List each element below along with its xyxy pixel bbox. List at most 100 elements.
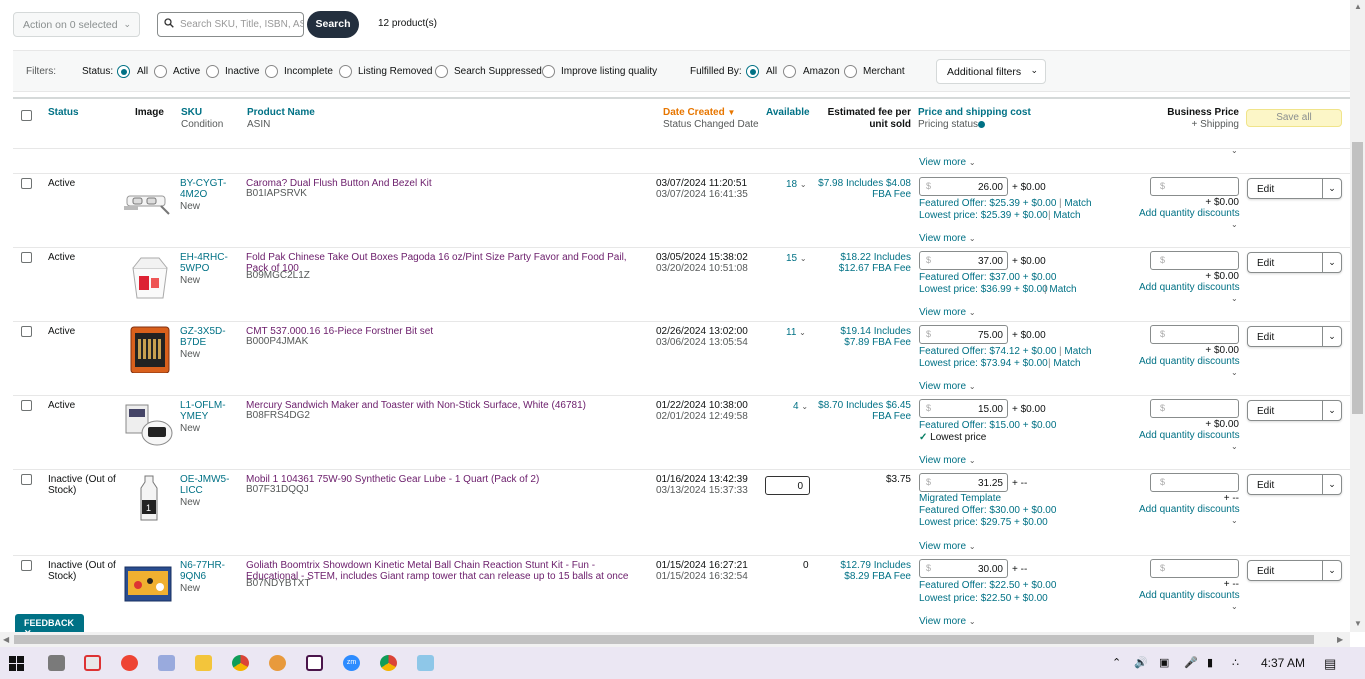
sku-link[interactable]: L1-OFLM- YMEY xyxy=(180,400,226,422)
add-quantity-discounts-link[interactable]: Add quantity discounts xyxy=(1139,430,1240,441)
status-option-search-suppressed[interactable]: Search Suppressed xyxy=(454,66,542,77)
status-radio-listing-removed[interactable] xyxy=(339,65,352,78)
business-price-input[interactable]: $ xyxy=(1150,473,1239,492)
fee-link[interactable]: $12.79 Includes $8.29 FBA Fee xyxy=(809,560,911,582)
sku-link[interactable]: EH-4RHC- 5WPO xyxy=(180,252,228,274)
column-price-shipping[interactable]: Price and shipping cost xyxy=(918,107,1031,119)
column-sku[interactable]: SKU xyxy=(181,107,223,119)
chevron-down-icon[interactable]: ⌄ xyxy=(1322,327,1341,346)
fulfilled-option-amazon[interactable]: Amazon xyxy=(803,66,840,77)
edit-button[interactable]: Edit ⌄ xyxy=(1247,400,1342,421)
edit-button[interactable]: Edit ⌄ xyxy=(1247,326,1342,347)
app-icon[interactable] xyxy=(269,655,286,671)
microphone-icon[interactable]: 🎤 xyxy=(1184,656,1198,669)
row-checkbox[interactable] xyxy=(21,400,32,411)
paint-icon[interactable] xyxy=(158,655,175,671)
windows-start-icon[interactable] xyxy=(9,656,24,671)
scroll-left-arrow-icon[interactable]: ◀ xyxy=(3,635,9,644)
available-dropdown[interactable]: 18 ⌄ xyxy=(786,179,807,190)
status-radio-all[interactable] xyxy=(117,65,130,78)
sku-link[interactable]: GZ-3X5D- B7DE xyxy=(180,326,226,348)
fee-link[interactable]: $18.22 Includes $12.67 FBA Fee xyxy=(809,252,911,274)
product-image[interactable] xyxy=(124,401,174,449)
fulfilled-option-all[interactable]: All xyxy=(766,66,777,77)
file-explorer-icon[interactable] xyxy=(195,655,212,671)
lowest-match-link[interactable]: | Match xyxy=(1044,284,1077,295)
chrome-icon[interactable] xyxy=(232,655,249,671)
fulfilled-radio-amazon[interactable] xyxy=(783,65,796,78)
edit-button[interactable]: Edit ⌄ xyxy=(1247,560,1342,581)
notepad-icon[interactable] xyxy=(417,655,434,671)
app-icon[interactable] xyxy=(84,655,101,671)
pricing-template[interactable]: Migrated Template xyxy=(919,493,1001,504)
volume-icon[interactable]: 🔊 xyxy=(1134,656,1148,669)
chrome-icon[interactable] xyxy=(380,655,397,671)
price-input[interactable]: $15.00 xyxy=(919,399,1008,418)
slack-icon[interactable] xyxy=(306,655,323,671)
status-option-incomplete[interactable]: Incomplete xyxy=(284,66,333,77)
view-more-link[interactable]: View more ⌄ xyxy=(919,307,976,318)
scroll-right-arrow-icon[interactable]: ▶ xyxy=(1337,635,1343,644)
chevron-down-icon[interactable]: ⌄ xyxy=(1231,601,1238,612)
business-price-input[interactable]: $ xyxy=(1150,559,1239,578)
row-checkbox[interactable] xyxy=(21,560,32,571)
lowest-match-link[interactable]: | Match xyxy=(1048,210,1081,221)
vertical-scrollbar[interactable]: ▲ ▼ xyxy=(1350,0,1365,632)
row-checkbox[interactable] xyxy=(21,252,32,263)
clock[interactable]: 4:37 AM xyxy=(1261,656,1305,670)
fee-link[interactable]: $7.98 Includes $4.08 FBA Fee xyxy=(809,178,911,200)
chevron-down-icon[interactable]: ⌄ xyxy=(1322,561,1341,580)
row-checkbox[interactable] xyxy=(21,474,32,485)
price-input[interactable]: $30.00 xyxy=(919,559,1008,578)
view-more-link[interactable]: View more ⌄ xyxy=(919,616,976,627)
calculator-icon[interactable] xyxy=(48,655,65,671)
status-option-listing-removed[interactable]: Listing Removed xyxy=(358,66,432,77)
add-quantity-discounts-link[interactable]: Add quantity discounts xyxy=(1139,504,1240,515)
status-radio-search-suppressed[interactable] xyxy=(435,65,448,78)
sku-link[interactable]: N6-77HR- 9QN6 xyxy=(180,560,225,582)
featured-match-link[interactable]: | Match xyxy=(1059,198,1092,209)
available-dropdown[interactable]: 15 ⌄ xyxy=(786,253,807,264)
scroll-up-arrow-icon[interactable]: ▲ xyxy=(1354,2,1362,11)
price-input[interactable]: $26.00 xyxy=(919,177,1008,196)
edit-button[interactable]: Edit ⌄ xyxy=(1247,474,1342,495)
status-option-active[interactable]: Active xyxy=(173,66,200,77)
notifications-icon[interactable]: ▤ xyxy=(1324,656,1336,672)
quantity-input[interactable]: 0 xyxy=(765,476,810,495)
column-status-changed[interactable]: Status Changed Date xyxy=(663,119,759,131)
product-image[interactable] xyxy=(125,325,175,373)
edit-button[interactable]: Edit ⌄ xyxy=(1247,252,1342,273)
view-more-link[interactable]: View more ⌄ xyxy=(919,233,976,244)
column-condition[interactable]: Condition xyxy=(181,119,223,131)
save-all-button[interactable]: Save all xyxy=(1246,109,1342,127)
lowest-match-link[interactable]: | Match xyxy=(1048,358,1081,369)
fulfilled-option-merchant[interactable]: Merchant xyxy=(863,66,905,77)
view-more-link[interactable]: View more ⌄ xyxy=(919,455,976,466)
price-input[interactable]: $31.25 xyxy=(919,473,1008,492)
chevron-down-icon[interactable]: ⌄ xyxy=(1322,179,1341,198)
camera-icon[interactable]: ▣ xyxy=(1159,656,1169,669)
view-more-link[interactable]: View more ⌄ xyxy=(919,381,976,392)
wps-office-icon[interactable] xyxy=(121,655,138,671)
fulfilled-radio-all[interactable] xyxy=(746,65,759,78)
column-date-created[interactable]: Date Created ▼ xyxy=(663,107,759,119)
add-quantity-discounts-link[interactable]: Add quantity discounts xyxy=(1139,208,1240,219)
view-more-link[interactable]: View more ⌄ xyxy=(919,157,976,168)
available-dropdown[interactable]: 4 ⌄ xyxy=(793,401,808,412)
price-input[interactable]: $37.00 xyxy=(919,251,1008,270)
status-option-all[interactable]: All xyxy=(137,66,148,77)
add-quantity-discounts-link[interactable]: Add quantity discounts xyxy=(1139,590,1240,601)
vertical-scroll-thumb[interactable] xyxy=(1352,142,1363,414)
fee-link[interactable]: $8.70 Includes $6.45 FBA Fee xyxy=(809,400,911,422)
chevron-down-icon[interactable]: ⌄ xyxy=(1231,367,1238,378)
business-price-input[interactable]: $ xyxy=(1150,399,1239,418)
product-image[interactable] xyxy=(123,180,173,228)
add-quantity-discounts-link[interactable]: Add quantity discounts xyxy=(1139,282,1240,293)
chevron-up-icon[interactable]: ⌃ xyxy=(1112,656,1121,669)
column-product-name[interactable]: Product Name xyxy=(247,107,315,119)
fee-link[interactable]: $19.14 Includes $7.89 FBA Fee xyxy=(809,326,911,348)
status-radio-incomplete[interactable] xyxy=(265,65,278,78)
chevron-down-icon[interactable]: ⌄ xyxy=(1231,293,1238,304)
select-all-checkbox[interactable] xyxy=(21,110,32,121)
row-checkbox[interactable] xyxy=(21,326,32,337)
